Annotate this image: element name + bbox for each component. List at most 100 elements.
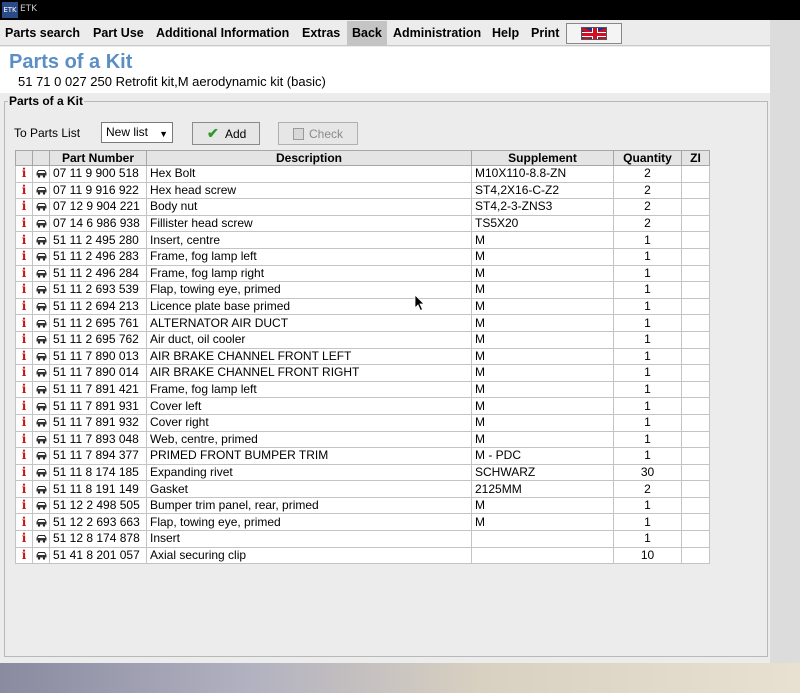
- quantity-cell[interactable]: 1: [613, 281, 682, 299]
- table-row[interactable]: i 51 11 2 495 280 Insert, centre M 1: [15, 231, 710, 249]
- description-cell[interactable]: Fillister head screw: [146, 214, 472, 233]
- part-number-cell[interactable]: 51 11 7 891 421: [49, 380, 147, 399]
- part-number-cell[interactable]: 51 11 7 893 048: [49, 430, 147, 449]
- info-icon[interactable]: i: [22, 515, 27, 529]
- part-number-cell[interactable]: 51 11 2 695 761: [49, 314, 147, 332]
- quantity-cell[interactable]: 1: [613, 397, 682, 415]
- car-icon[interactable]: [36, 416, 47, 427]
- vehicle-cell[interactable]: [32, 546, 50, 565]
- car-icon[interactable]: [36, 283, 47, 295]
- car-icon[interactable]: [36, 184, 47, 195]
- description-cell[interactable]: AIR BRAKE CHANNEL FRONT LEFT: [146, 347, 472, 366]
- car-icon[interactable]: [36, 250, 47, 261]
- menu-print[interactable]: Print: [526, 21, 564, 46]
- vehicle-cell[interactable]: [32, 430, 50, 449]
- info-icon[interactable]: i: [22, 233, 27, 247]
- table-row[interactable]: i 07 14 6 986 938 Fillister head screw TS5X…: [15, 214, 710, 233]
- vehicle-cell[interactable]: [32, 530, 50, 548]
- quantity-cell[interactable]: 1: [613, 231, 682, 249]
- description-cell[interactable]: Frame, fog lamp left: [146, 380, 472, 399]
- info-icon[interactable]: i: [22, 349, 27, 363]
- supplement-cell[interactable]: M: [471, 413, 614, 432]
- car-icon[interactable]: [36, 167, 47, 178]
- info-cell[interactable]: i: [15, 330, 33, 349]
- part-number-cell[interactable]: 51 11 2 694 213: [49, 297, 147, 316]
- column-header-supplement[interactable]: Supplement: [471, 150, 614, 166]
- supplement-cell[interactable]: M: [471, 314, 614, 332]
- description-cell[interactable]: Frame, fog lamp right: [146, 264, 472, 283]
- parts-list-select[interactable]: New list ▼: [101, 122, 173, 143]
- zi-cell[interactable]: [681, 380, 710, 399]
- info-cell[interactable]: i: [15, 447, 33, 465]
- zi-cell[interactable]: [681, 314, 710, 332]
- supplement-cell[interactable]: M: [471, 297, 614, 316]
- zi-cell[interactable]: [681, 198, 710, 216]
- car-icon[interactable]: [36, 449, 47, 461]
- part-number-cell[interactable]: 51 11 2 496 284: [49, 264, 147, 283]
- supplement-cell[interactable]: M: [471, 364, 614, 382]
- supplement-cell[interactable]: ST4,2X16-C-Z2: [471, 181, 614, 200]
- table-row[interactable]: i 51 11 8 174 185 Expanding rivet SCHWARZ 30: [15, 463, 710, 482]
- part-number-cell[interactable]: 51 11 2 695 762: [49, 330, 147, 349]
- quantity-cell[interactable]: 1: [613, 347, 682, 366]
- zi-cell[interactable]: [681, 463, 710, 482]
- quantity-cell[interactable]: 30: [613, 463, 682, 482]
- quantity-cell[interactable]: 1: [613, 364, 682, 382]
- table-row[interactable]: i 07 11 9 900 518 Hex Bolt M10X110-8.8-ZN 2: [15, 165, 710, 183]
- quantity-cell[interactable]: 1: [613, 413, 682, 432]
- vehicle-cell[interactable]: [32, 264, 50, 283]
- supplement-cell[interactable]: M - PDC: [471, 447, 614, 465]
- part-number-cell[interactable]: 51 12 2 498 505: [49, 496, 147, 515]
- description-cell[interactable]: Hex head screw: [146, 181, 472, 200]
- quantity-cell[interactable]: 1: [613, 513, 682, 532]
- menu-extras[interactable]: Extras: [297, 21, 345, 46]
- description-cell[interactable]: Hex Bolt: [146, 165, 472, 183]
- info-icon[interactable]: i: [22, 548, 27, 562]
- info-cell[interactable]: i: [15, 165, 33, 183]
- description-cell[interactable]: ALTERNATOR AIR DUCT: [146, 314, 472, 332]
- quantity-cell[interactable]: 2: [613, 198, 682, 216]
- part-number-cell[interactable]: 51 11 2 495 280: [49, 231, 147, 249]
- vehicle-cell[interactable]: [32, 380, 50, 399]
- vehicle-cell[interactable]: [32, 231, 50, 249]
- zi-cell[interactable]: [681, 347, 710, 366]
- part-number-cell[interactable]: 07 11 9 916 922: [49, 181, 147, 200]
- quantity-cell[interactable]: 2: [613, 214, 682, 233]
- description-cell[interactable]: PRIMED FRONT BUMPER TRIM: [146, 447, 472, 465]
- vehicle-cell[interactable]: [32, 314, 50, 332]
- info-cell[interactable]: i: [15, 214, 33, 233]
- part-number-cell[interactable]: 51 41 8 201 057: [49, 546, 147, 565]
- table-row[interactable]: i 51 12 2 498 505 Bumper trim panel, rear,…: [15, 496, 710, 515]
- supplement-cell[interactable]: SCHWARZ: [471, 463, 614, 482]
- zi-cell[interactable]: [681, 397, 710, 415]
- vehicle-cell[interactable]: [32, 364, 50, 382]
- car-icon[interactable]: [36, 267, 47, 278]
- quantity-cell[interactable]: 2: [613, 165, 682, 183]
- description-cell[interactable]: Expanding rivet: [146, 463, 472, 482]
- table-row[interactable]: i 51 11 7 893 048 Web, centre, primed M 1: [15, 430, 710, 449]
- menu-parts-search[interactable]: Parts search: [0, 21, 85, 46]
- info-icon[interactable]: i: [22, 283, 27, 297]
- description-cell[interactable]: Insert, centre: [146, 231, 472, 249]
- supplement-cell[interactable]: M: [471, 513, 614, 532]
- zi-cell[interactable]: [681, 546, 710, 565]
- info-cell[interactable]: i: [15, 380, 33, 399]
- zi-cell[interactable]: [681, 281, 710, 299]
- menu-help[interactable]: Help: [487, 21, 524, 46]
- car-icon[interactable]: [36, 317, 47, 328]
- zi-cell[interactable]: [681, 513, 710, 532]
- menu-administration[interactable]: Administration: [388, 21, 486, 46]
- zi-cell[interactable]: [681, 264, 710, 283]
- table-row[interactable]: i 51 11 7 890 013 AIR BRAKE CHANNEL FRONT …: [15, 347, 710, 366]
- quantity-cell[interactable]: 1: [613, 530, 682, 548]
- zi-cell[interactable]: [681, 430, 710, 449]
- part-number-cell[interactable]: 07 12 9 904 221: [49, 198, 147, 216]
- info-icon[interactable]: i: [22, 299, 27, 313]
- info-icon[interactable]: i: [22, 432, 27, 446]
- zi-cell[interactable]: [681, 480, 710, 498]
- supplement-cell[interactable]: TS5X20: [471, 214, 614, 233]
- car-icon[interactable]: [36, 383, 47, 394]
- car-icon[interactable]: [36, 400, 47, 411]
- info-cell[interactable]: i: [15, 347, 33, 366]
- table-row[interactable]: i 51 11 2 496 283 Frame, fog lamp left M 1: [15, 247, 710, 266]
